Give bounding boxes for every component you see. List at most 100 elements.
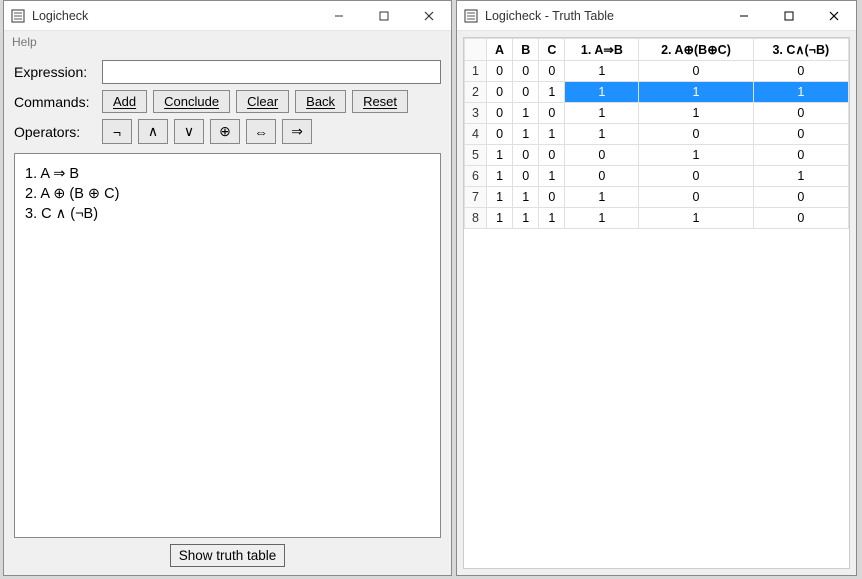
table-cell[interactable]: 0	[753, 124, 848, 145]
table-cell[interactable]: 1	[539, 208, 565, 229]
operator-not-button[interactable]: ¬	[102, 119, 132, 144]
row-number[interactable]: 5	[465, 145, 487, 166]
window-controls	[721, 1, 856, 30]
table-cell[interactable]: 1	[513, 103, 539, 124]
titlebar[interactable]: Logicheck - Truth Table	[457, 1, 856, 31]
table-cell[interactable]: 0	[753, 208, 848, 229]
table-cell[interactable]: 0	[753, 103, 848, 124]
table-cell[interactable]: 0	[565, 166, 639, 187]
table-cell[interactable]: 0	[513, 145, 539, 166]
table-cell[interactable]: 1	[513, 187, 539, 208]
expression-line[interactable]: 3. C ∧ (¬B)	[25, 206, 430, 222]
table-header[interactable]: B	[513, 39, 539, 61]
window-title: Logicheck	[32, 9, 88, 23]
add-button[interactable]: Add	[102, 90, 147, 113]
reset-button[interactable]: Reset	[352, 90, 408, 113]
table-cell[interactable]: 0	[753, 61, 848, 82]
minimize-button[interactable]	[316, 1, 361, 30]
table-cell[interactable]: 0	[639, 187, 753, 208]
table-cell[interactable]: 1	[753, 82, 848, 103]
window-title: Logicheck - Truth Table	[485, 9, 614, 23]
table-cell[interactable]: 1	[487, 145, 513, 166]
truth-table: ABC1. A⇒B2. A⊕(B⊕C)3. C∧(¬B)100010020011…	[464, 38, 849, 229]
table-cell[interactable]: 0	[513, 166, 539, 187]
back-button[interactable]: Back	[295, 90, 346, 113]
minimize-button[interactable]	[721, 1, 766, 30]
row-number[interactable]: 3	[465, 103, 487, 124]
menu-help[interactable]: Help	[12, 35, 37, 49]
table-cell[interactable]: 0	[539, 61, 565, 82]
table-cell[interactable]: 1	[513, 208, 539, 229]
table-cell[interactable]: 0	[487, 124, 513, 145]
titlebar[interactable]: Logicheck	[4, 1, 451, 31]
close-button[interactable]	[406, 1, 451, 30]
maximize-button[interactable]	[766, 1, 811, 30]
table-cell[interactable]: 0	[539, 187, 565, 208]
table-cell[interactable]: 1	[565, 187, 639, 208]
row-number[interactable]: 2	[465, 82, 487, 103]
row-number[interactable]: 7	[465, 187, 487, 208]
operators-label: Operators:	[14, 124, 96, 140]
table-cell[interactable]: 1	[565, 82, 639, 103]
table-cell[interactable]: 0	[487, 103, 513, 124]
table-cell[interactable]: 1	[487, 187, 513, 208]
operator-and-button[interactable]: ∧	[138, 119, 168, 144]
expression-line[interactable]: 1. A ⇒ B	[25, 166, 430, 182]
table-header[interactable]: 3. C∧(¬B)	[753, 39, 848, 61]
table-cell[interactable]: 1	[639, 82, 753, 103]
table-cell[interactable]: 1	[639, 208, 753, 229]
table-cell[interactable]: 1	[513, 124, 539, 145]
table-cell[interactable]: 0	[565, 145, 639, 166]
table-cell[interactable]: 1	[565, 124, 639, 145]
table-cell[interactable]: 1	[487, 208, 513, 229]
table-cell[interactable]: 1	[565, 61, 639, 82]
table-header[interactable]: A	[487, 39, 513, 61]
row-number[interactable]: 8	[465, 208, 487, 229]
expression-input[interactable]	[102, 60, 441, 84]
row-number[interactable]: 6	[465, 166, 487, 187]
table-cell[interactable]: 1	[565, 208, 639, 229]
truth-table-container: ABC1. A⇒B2. A⊕(B⊕C)3. C∧(¬B)100010020011…	[463, 37, 850, 569]
table-cell[interactable]: 0	[753, 187, 848, 208]
table-cell[interactable]: 1	[639, 103, 753, 124]
table-cell[interactable]: 0	[639, 61, 753, 82]
table-cell[interactable]: 1	[539, 166, 565, 187]
table-cell[interactable]: 0	[487, 82, 513, 103]
conclude-button[interactable]: Conclude	[153, 90, 230, 113]
table-cell[interactable]: 1	[539, 82, 565, 103]
table-cell[interactable]: 0	[487, 61, 513, 82]
operator-implies-button[interactable]: ⇒	[282, 119, 312, 144]
table-cell[interactable]: 0	[539, 103, 565, 124]
truth-table-window: Logicheck - Truth Table ABC1. A⇒B2. A⊕(B…	[456, 0, 857, 576]
close-button[interactable]	[811, 1, 856, 30]
expression-list: 1. A ⇒ B 2. A ⊕ (B ⊕ C) 3. C ∧ (¬B)	[14, 153, 441, 538]
row-number[interactable]: 4	[465, 124, 487, 145]
content-area: Expression: Commands: Add Conclude Clear…	[4, 53, 451, 575]
table-cell[interactable]: 0	[513, 82, 539, 103]
app-icon	[463, 8, 479, 24]
operator-or-button[interactable]: ∨	[174, 119, 204, 144]
expression-line[interactable]: 2. A ⊕ (B ⊕ C)	[25, 186, 430, 202]
table-cell[interactable]: 0	[513, 61, 539, 82]
operator-iff-button[interactable]: ⇔	[246, 119, 276, 144]
show-truth-table-button[interactable]: Show truth table	[170, 544, 286, 567]
table-cell[interactable]: 1	[639, 145, 753, 166]
commands-label: Commands:	[14, 94, 96, 110]
operator-xor-button[interactable]: ⊕	[210, 119, 240, 144]
table-header[interactable]: C	[539, 39, 565, 61]
table-cell[interactable]: 0	[639, 166, 753, 187]
table-cell[interactable]: 0	[753, 145, 848, 166]
table-cell[interactable]: 1	[565, 103, 639, 124]
table-cell[interactable]: 1	[539, 124, 565, 145]
app-icon	[10, 8, 26, 24]
table-cell[interactable]: 1	[753, 166, 848, 187]
table-header[interactable]: 1. A⇒B	[565, 39, 639, 61]
expression-label: Expression:	[14, 64, 96, 80]
table-cell[interactable]: 0	[539, 145, 565, 166]
maximize-button[interactable]	[361, 1, 406, 30]
row-number[interactable]: 1	[465, 61, 487, 82]
table-header[interactable]: 2. A⊕(B⊕C)	[639, 39, 753, 61]
table-cell[interactable]: 0	[639, 124, 753, 145]
clear-button[interactable]: Clear	[236, 90, 289, 113]
table-cell[interactable]: 1	[487, 166, 513, 187]
